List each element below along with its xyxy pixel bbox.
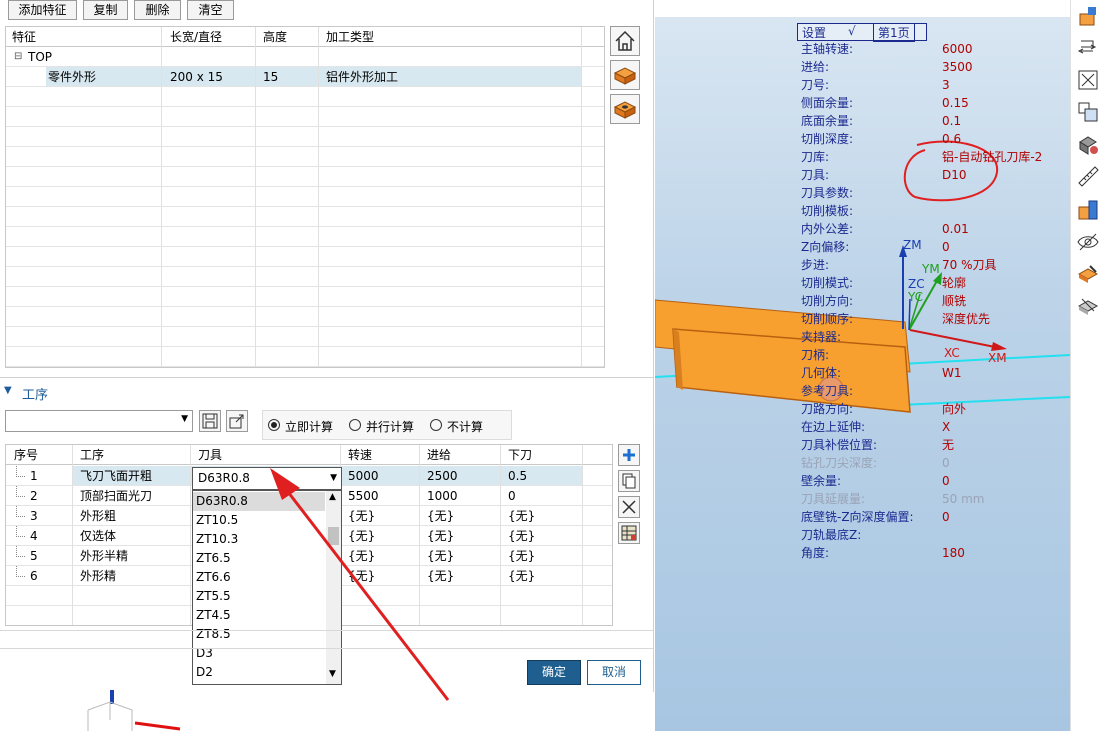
measure-icon[interactable]	[1076, 164, 1100, 188]
axis-label-xm: XM	[988, 351, 1007, 365]
param-value[interactable]: 铝-自动钻孔刀库-2	[942, 148, 1042, 166]
param-label[interactable]: 刀具补偿位置:	[801, 436, 877, 454]
param-label[interactable]: 主轴转速:	[801, 40, 853, 58]
param-value[interactable]: X	[942, 418, 950, 436]
param-label[interactable]: 刀具延展量:	[801, 490, 865, 508]
param-value[interactable]: 70 %刀具	[942, 256, 997, 274]
visibility-icon[interactable]	[1076, 230, 1100, 254]
fit-view-icon[interactable]	[1076, 68, 1100, 92]
axis-label-ym: YM	[922, 262, 940, 276]
param-value[interactable]: 3500	[942, 58, 973, 76]
param-label[interactable]: 刀轨最底Z:	[801, 526, 861, 544]
param-label[interactable]: 刀具:	[801, 166, 829, 184]
param-label[interactable]: 参考刀具:	[801, 382, 853, 400]
param-value[interactable]: 0.15	[942, 94, 969, 112]
param-label[interactable]: 切削深度:	[801, 130, 853, 148]
part-color-icon[interactable]	[1076, 132, 1100, 156]
tab-settings[interactable]: 设置	[802, 24, 826, 41]
param-label[interactable]: 刀具参数:	[801, 184, 853, 202]
param-label[interactable]: 切削模式:	[801, 274, 853, 292]
param-label[interactable]: Z向偏移:	[801, 238, 849, 256]
param-label[interactable]: 步进:	[801, 256, 829, 274]
param-label[interactable]: 钻孔刀尖深度:	[801, 454, 877, 472]
param-value[interactable]: 0	[942, 238, 950, 256]
reorder-icon[interactable]	[1076, 36, 1100, 60]
param-value[interactable]: 0	[942, 454, 950, 472]
param-value[interactable]: 0.01	[942, 220, 969, 238]
param-label[interactable]: 切削顺序:	[801, 310, 853, 328]
param-value[interactable]: 轮廓	[942, 274, 966, 292]
param-label[interactable]: 底壁铣-Z向深度偏置:	[801, 508, 914, 526]
part-stock-icon[interactable]	[1076, 198, 1100, 222]
param-label[interactable]: 切削方向:	[801, 292, 853, 310]
param-label[interactable]: 切削模板:	[801, 202, 853, 220]
tool-path-icon[interactable]	[1076, 294, 1100, 318]
param-value[interactable]: 3	[942, 76, 950, 94]
param-value[interactable]: 无	[942, 436, 954, 454]
axis-label-xc: XC	[944, 346, 960, 360]
param-value[interactable]: 6000	[942, 40, 973, 58]
tab-page-1[interactable]: 第1页	[873, 23, 915, 42]
param-value[interactable]: 50 mm	[942, 490, 984, 508]
part-navigator-icon[interactable]	[1076, 4, 1100, 28]
param-label[interactable]: 内外公差:	[801, 220, 853, 238]
param-label[interactable]: 刀路方向:	[801, 400, 853, 418]
axis-label-zm: ZM	[903, 238, 922, 252]
param-value[interactable]: 180	[942, 544, 965, 562]
param-value[interactable]: 0	[942, 508, 950, 526]
param-label[interactable]: 在边上延伸:	[801, 418, 865, 436]
layer-icon[interactable]	[1076, 100, 1100, 124]
param-value[interactable]: W1	[942, 364, 962, 382]
param-value[interactable]: 深度优先	[942, 310, 990, 328]
param-label[interactable]: 底面余量:	[801, 112, 853, 130]
param-label[interactable]: 角度:	[801, 544, 829, 562]
param-label[interactable]: 刀库:	[801, 148, 829, 166]
param-label[interactable]: 进给:	[801, 58, 829, 76]
axis-label-yc: YC	[908, 290, 924, 304]
param-label[interactable]: 侧面余量:	[801, 94, 853, 112]
tab-confirm[interactable]: √	[848, 24, 856, 38]
param-value[interactable]: D10	[942, 166, 967, 184]
param-value[interactable]: 向外	[942, 400, 966, 418]
param-label[interactable]: 刀柄:	[801, 346, 829, 364]
param-value[interactable]: 0.1	[942, 112, 961, 130]
axis-label-zc: ZC	[908, 277, 925, 291]
param-value[interactable]: 顺铣	[942, 292, 966, 310]
edit-feature-icon[interactable]	[1076, 262, 1100, 286]
param-label[interactable]: 壁余量:	[801, 472, 841, 490]
param-value[interactable]: 0	[942, 472, 950, 490]
param-label[interactable]: 刀号:	[801, 76, 829, 94]
param-value[interactable]: 0.6	[942, 130, 961, 148]
param-label[interactable]: 几何体:	[801, 364, 841, 382]
param-label[interactable]: 夹持器:	[801, 328, 841, 346]
